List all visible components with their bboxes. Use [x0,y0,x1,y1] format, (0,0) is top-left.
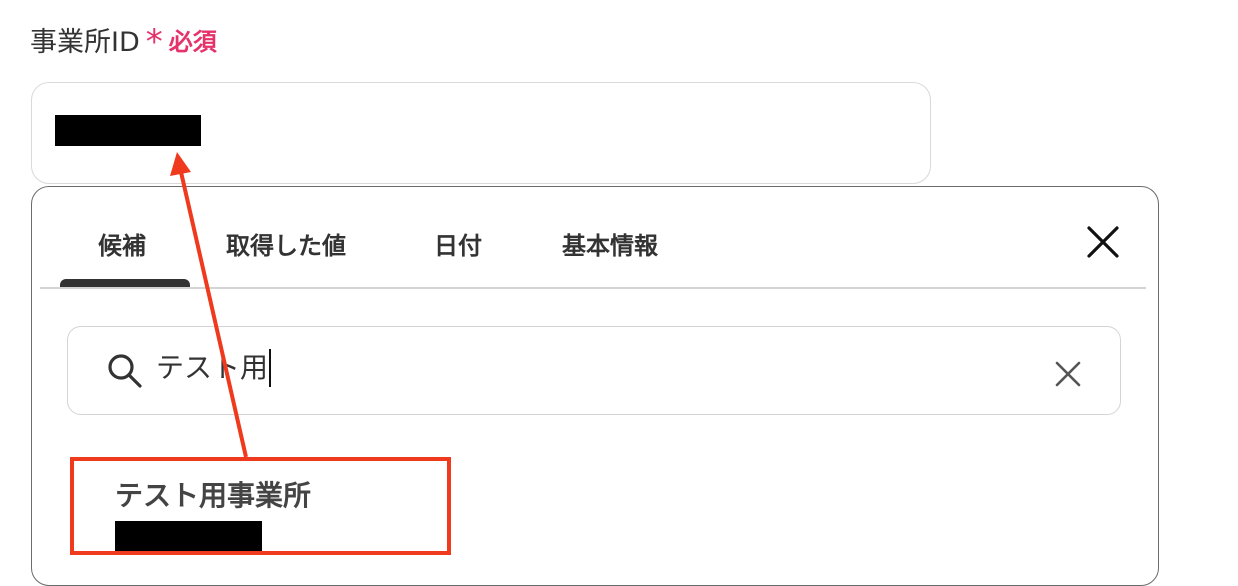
tabs-divider [40,287,1146,289]
clear-search-button[interactable] [1053,359,1083,389]
redacted-input-value [55,115,201,146]
close-button[interactable] [1083,222,1123,262]
required-mark: * [145,21,163,62]
search-icon [108,354,142,388]
field-label: 事業所ID * 必須 [30,20,217,59]
tab-retrieved-values[interactable]: 取得した値 [226,226,346,261]
required-text: 必須 [168,28,217,56]
clear-icon [1055,361,1081,387]
close-icon [1087,226,1119,258]
tab-candidates[interactable]: 候補 [98,226,146,261]
active-tab-indicator [60,279,190,287]
field-label-text: 事業所ID [30,27,140,58]
annotation-highlight-box [70,457,451,555]
search-input[interactable]: テスト用 [156,349,272,387]
tab-basic-info[interactable]: 基本情報 [562,226,658,261]
tab-date[interactable]: 日付 [434,226,482,261]
